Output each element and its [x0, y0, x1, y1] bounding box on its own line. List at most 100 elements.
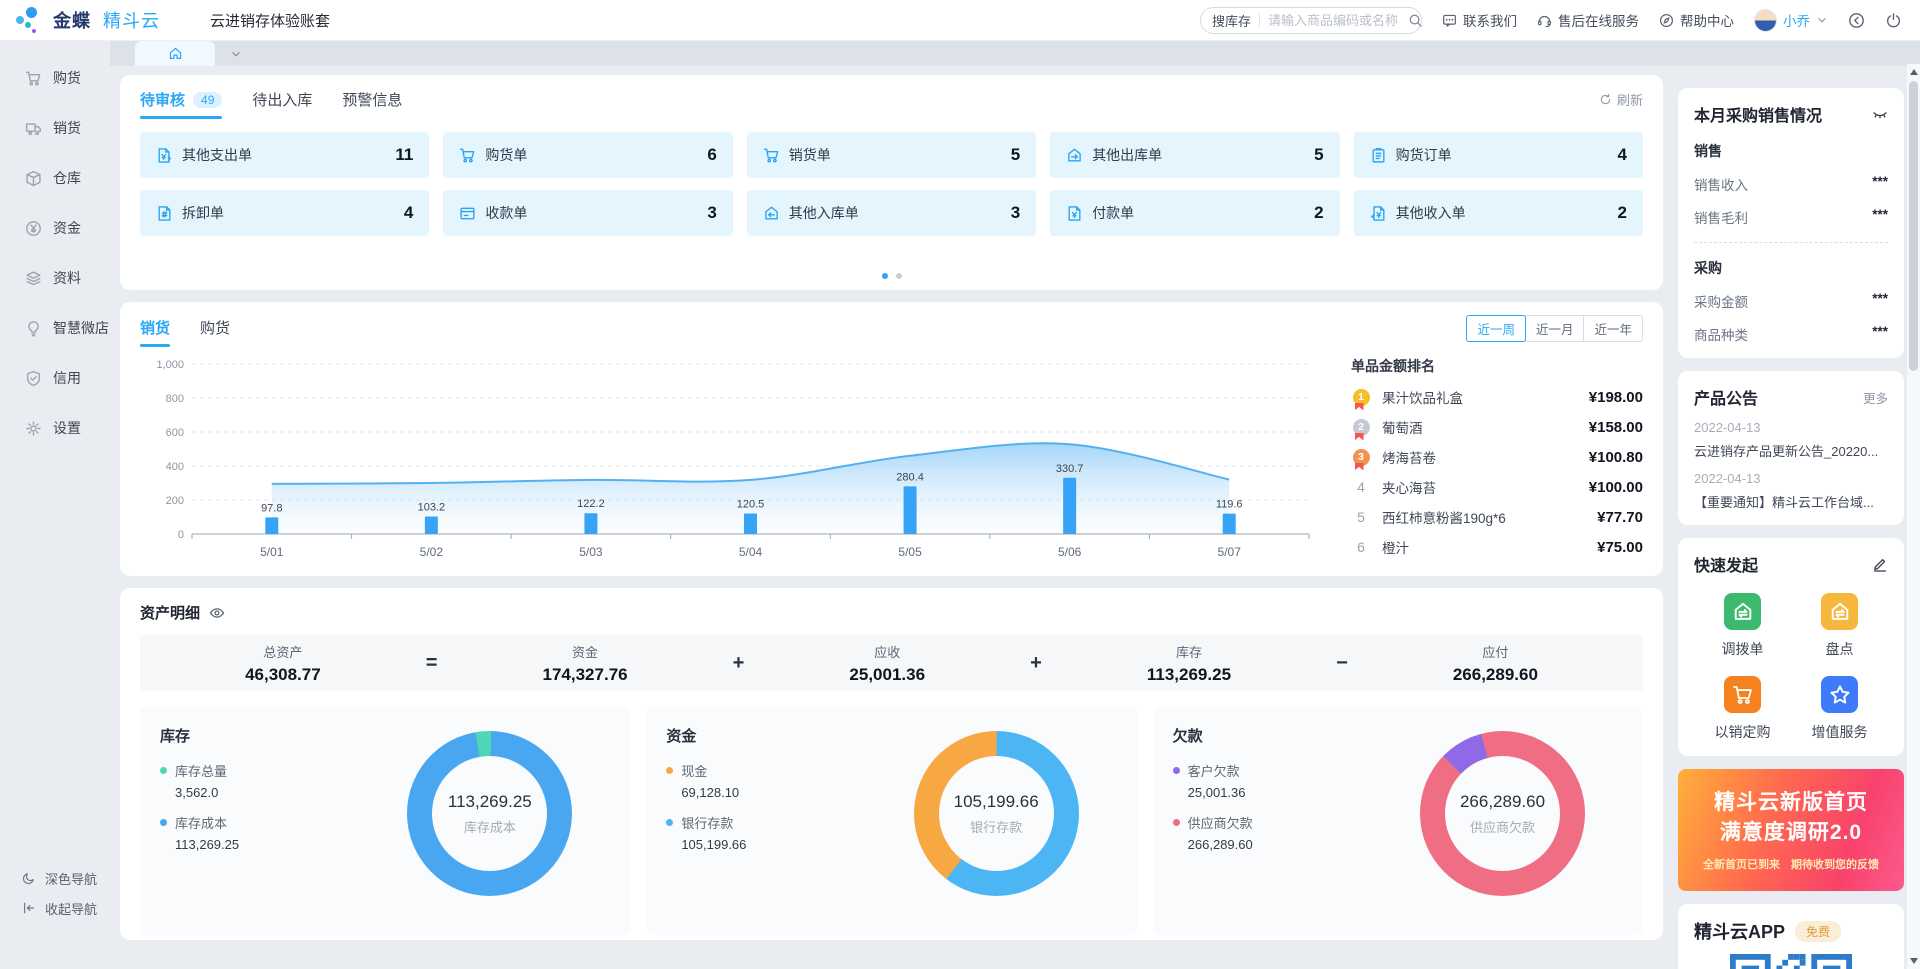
logo-dots-icon — [16, 7, 43, 34]
announcement-link[interactable]: 【重要通知】精斗云工作台域... — [1694, 492, 1888, 511]
todo-card[interactable]: 拆卸单4 — [140, 190, 429, 236]
sales-panel: 销货购货 近一周近一月近一年 02004006008001,00097.85/0… — [120, 302, 1663, 576]
pagination-dot[interactable] — [896, 273, 902, 279]
quick-action-house-swap[interactable]: 盘点 — [1791, 593, 1888, 659]
todo-tab-label: 待出入库 — [252, 89, 312, 110]
header-actions: 搜库存 联系我们 售后在线服务 帮助中心 小乔 — [1200, 7, 1920, 34]
todo-tab-1[interactable]: 待出入库 — [252, 89, 312, 119]
sidebar-item-layers[interactable]: 资料 — [0, 253, 110, 303]
ranking-item-name: 烤海苔卷 — [1382, 447, 1578, 467]
svg-text:1,000: 1,000 — [156, 359, 184, 371]
back-icon[interactable] — [1848, 12, 1865, 29]
formula-operator: = — [426, 652, 438, 675]
more-link[interactable]: 更多 — [1863, 388, 1888, 407]
search-icon[interactable] — [1408, 13, 1423, 28]
assets-panel: 资产明细 总资产46,308.77=资金174,327.76+应收25,001.… — [120, 588, 1663, 940]
inventory-search[interactable]: 搜库存 — [1200, 7, 1422, 34]
todo-card[interactable]: 购货单6 — [443, 132, 732, 178]
ranking-item-amount: ¥75.00 — [1597, 539, 1643, 556]
cards-pagination — [120, 273, 1663, 279]
refresh-button[interactable]: 刷新 — [1599, 90, 1643, 118]
svg-text:103.2: 103.2 — [418, 501, 446, 513]
tab-dropdown-button[interactable] — [223, 41, 249, 66]
pagination-dot[interactable] — [882, 273, 888, 279]
power-icon[interactable] — [1885, 12, 1902, 29]
ranking-item-name: 西红柿意粉酱190g*6 — [1382, 507, 1586, 527]
todo-tab-2[interactable]: 预警信息 — [342, 89, 402, 119]
monthly-group-title: 采购 — [1694, 258, 1888, 278]
svg-text:5/03: 5/03 — [579, 545, 603, 559]
sidebar-item-truck[interactable]: 销货 — [0, 103, 110, 153]
sidebar-item-gear[interactable]: 设置 — [0, 403, 110, 453]
svg-text:5/07: 5/07 — [1218, 545, 1242, 559]
app-root: 金蝶精斗云 云进销存体验账套 搜库存 联系我们 售后在线服务 帮助中心 小乔 购… — [0, 0, 1920, 969]
todo-card[interactable]: 其他支出单11 — [140, 132, 429, 178]
brand-logo[interactable]: 金蝶精斗云 — [0, 7, 196, 34]
box-icon — [25, 170, 42, 187]
announcement-link[interactable]: 云进销存产品更新公告_20220... — [1694, 441, 1888, 460]
help-center-link[interactable]: 帮助中心 — [1659, 10, 1734, 30]
star-icon — [1821, 676, 1858, 713]
sidebar-item-label: 资料 — [53, 268, 81, 288]
range-button-2[interactable]: 近一年 — [1583, 315, 1643, 342]
todo-card[interactable]: 其他收入单2 — [1354, 190, 1643, 236]
app-download-panel: 精斗云APP 免费 — [1678, 904, 1904, 969]
sidebar-item-shield[interactable]: 信用 — [0, 353, 110, 403]
app-title: 精斗云APP — [1694, 918, 1785, 944]
todo-card[interactable]: 其他入库单3 — [747, 190, 1036, 236]
todo-card[interactable]: 销货单5 — [747, 132, 1036, 178]
sidebar-footer-collapse[interactable]: 收起导航 — [0, 893, 110, 923]
todo-card[interactable]: 收款单3 — [443, 190, 732, 236]
todo-card-label: 拆卸单 — [182, 203, 224, 223]
search-category[interactable]: 搜库存 — [1212, 11, 1251, 30]
formula-item: 资金174,327.76 — [543, 642, 628, 685]
scrollbar-up-arrow[interactable] — [1907, 65, 1920, 79]
todo-tab-0[interactable]: 待审核49 — [140, 89, 222, 119]
sales-tab-0[interactable]: 销货 — [140, 317, 170, 347]
edit-pencil-icon[interactable] — [1872, 556, 1888, 572]
announcements-title: 产品公告 — [1694, 385, 1758, 409]
sidebar-item-cart[interactable]: 购货 — [0, 53, 110, 103]
svg-text:5/06: 5/06 — [1058, 545, 1082, 559]
quick-action-cart[interactable]: 以销定购 — [1694, 676, 1791, 742]
clipboard-icon — [1370, 147, 1387, 164]
ranking-item-amount: ¥158.00 — [1589, 419, 1643, 436]
asset-card-欠款: 欠款客户欠款25,001.36供应商欠款266,289.60266,289.60… — [1153, 707, 1643, 935]
range-button-1[interactable]: 近一月 — [1525, 315, 1585, 342]
donut-hole: 266,289.60供应商欠款 — [1445, 756, 1560, 871]
scrollbar-thumb[interactable] — [1909, 81, 1918, 371]
sidebar-item-yen-circle[interactable]: 资金 — [0, 203, 110, 253]
user-menu[interactable]: 小乔 — [1754, 9, 1828, 32]
todo-card[interactable]: 购货订单4 — [1354, 132, 1643, 178]
sidebar-footer-moon[interactable]: 深色导航 — [0, 863, 110, 893]
quick-action-star[interactable]: 增值服务 — [1791, 676, 1888, 742]
yen-circle-icon — [25, 220, 42, 237]
survey-banner[interactable]: 精斗云新版首页 满意度调研2.0 全新首页已到来 期待收到您的反馈 — [1678, 769, 1904, 891]
range-button-0[interactable]: 近一周 — [1466, 315, 1526, 342]
formula-label: 总资产 — [245, 642, 321, 661]
monthly-row-label: 销售收入 — [1694, 174, 1748, 194]
banner-line3: 全新首页已到来 期待收到您的反馈 — [1703, 856, 1879, 872]
todo-card[interactable]: 付款单2 — [1050, 190, 1339, 236]
home-tab[interactable] — [135, 41, 215, 66]
eye-closed-icon[interactable] — [1872, 106, 1888, 122]
quick-actions-panel: 快速发起 调拨单盘点以销定购增值服务 — [1678, 538, 1904, 756]
house-in-icon — [763, 205, 780, 222]
after-sales-service-link[interactable]: 售后在线服务 — [1537, 10, 1639, 30]
contact-us-link[interactable]: 联系我们 — [1442, 10, 1517, 30]
scrollbar-down-arrow[interactable] — [1907, 954, 1920, 968]
moon-icon — [22, 871, 36, 885]
sidebar-item-box[interactable]: 仓库 — [0, 153, 110, 203]
sidebar-item-bulb[interactable]: 智慧微店 — [0, 303, 110, 353]
assets-title: 资产明细 — [140, 602, 200, 623]
quick-action-label: 以销定购 — [1715, 722, 1771, 742]
eye-icon[interactable] — [209, 605, 225, 621]
quick-action-house-swap[interactable]: 调拨单 — [1694, 593, 1791, 659]
sales-tab-1[interactable]: 购货 — [200, 317, 230, 347]
banner-line2: 满意度调研2.0 — [1720, 818, 1862, 847]
monthly-row-value: *** — [1872, 174, 1888, 194]
receipt-icon — [459, 205, 476, 222]
search-input[interactable] — [1268, 13, 1400, 28]
announcement-date: 2022-04-13 — [1694, 471, 1888, 486]
todo-card[interactable]: 其他出库单5 — [1050, 132, 1339, 178]
